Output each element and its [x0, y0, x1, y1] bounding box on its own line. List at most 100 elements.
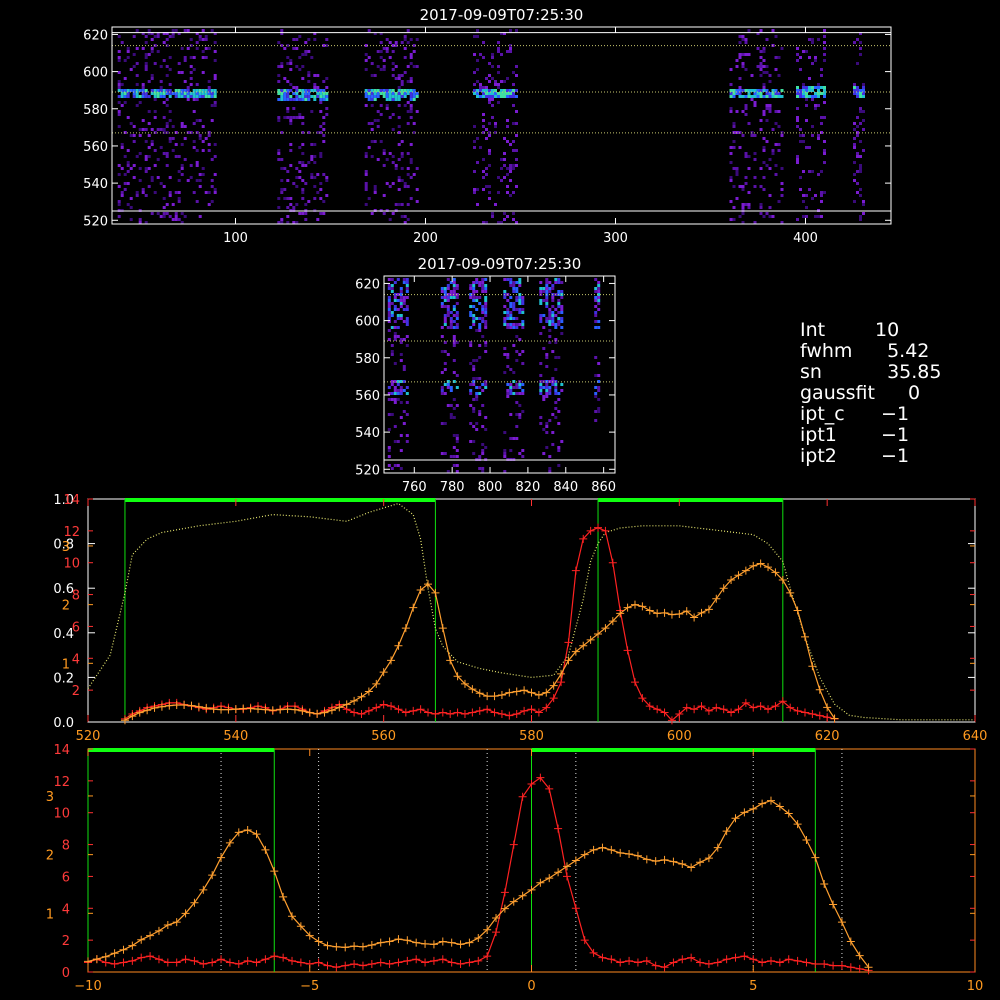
zoom-spectrogram-pixel	[481, 281, 485, 284]
top-spectrogram-pixel	[780, 95, 784, 98]
top-spectrogram-pixel	[126, 149, 130, 152]
top-spectrogram-pixel	[189, 83, 193, 86]
top-spectrogram-pixel	[747, 53, 751, 56]
top-spectrogram-pixel	[159, 182, 163, 185]
zoom-spectrogram-pixel	[518, 386, 522, 389]
top-spectrogram-pixel	[500, 95, 503, 98]
top-spectrogram-pixel	[376, 95, 380, 98]
top-spectrogram-pixel	[195, 83, 199, 86]
zoom-spectrogram-pixel	[548, 314, 552, 317]
top-spectrogram-pixel	[295, 203, 299, 206]
zoom-spectrogram-pixel	[515, 299, 519, 302]
top-spectrogram-pixel	[506, 125, 509, 128]
top-spectrogram-pixel	[289, 62, 293, 65]
top-spectrogram-pixel	[192, 140, 196, 143]
zoom-spectrogram-pixel	[484, 284, 488, 287]
zoom-spectrogram-pixel	[521, 449, 525, 452]
top-spectrogram-pixel	[802, 215, 805, 218]
zoom-spectrogram-pixel	[484, 323, 488, 326]
zoom-spectrogram-pixel	[481, 305, 485, 308]
zoom-spectrogram-pixel	[557, 446, 561, 449]
velocity-chart-ytick-orange-label: 2	[46, 849, 54, 864]
zoom-spectrogram-pixel	[518, 278, 522, 281]
top-spectrogram-pixel	[325, 86, 329, 89]
zoom-spectrogram-pixel	[518, 416, 522, 419]
zoom-spectrogram-pixel	[387, 329, 391, 332]
velocity-chart-ytick-red-label: 4	[62, 902, 70, 917]
top-spectrogram-pixel	[403, 47, 407, 50]
top-spectrogram-pixel	[298, 146, 302, 149]
top-spectrogram-pixel	[316, 95, 320, 98]
top-spectrogram-pixel	[162, 206, 166, 209]
top-spectrogram-pixel	[774, 56, 778, 59]
top-spectrogram-pixel	[289, 116, 293, 119]
fit-parameters: Int 10 fwhm 5.42 sn 35.85 gaussfit 0 ipt_c…	[800, 320, 941, 467]
zoom-spectrogram-pixel	[469, 389, 473, 392]
top-spectrogram-pixel	[814, 56, 817, 59]
top-spectrogram-pixel	[729, 152, 733, 155]
top-spectrogram-pixel	[280, 167, 284, 170]
top-spectrogram-pixel	[123, 173, 127, 176]
zoom-spectrogram-pixel	[452, 314, 456, 317]
top-spectrogram-pixel	[277, 41, 281, 44]
top-spectrogram-pixel	[859, 41, 862, 44]
top-spectrogram-pixel	[304, 203, 308, 206]
top-spectrogram-pixel	[823, 86, 826, 89]
zoom-spectrogram-pixel	[551, 320, 555, 323]
top-spectrogram-pixel	[771, 152, 775, 155]
zoom-spectrogram-pixel	[551, 383, 555, 386]
top-spectrogram-pixel	[174, 143, 178, 146]
top-spectrogram-pixel	[859, 164, 862, 167]
zoom-spectrogram-pixel	[557, 449, 561, 452]
top-spectrogram-pixel	[796, 119, 799, 122]
top-spectrogram-pixel	[280, 188, 284, 191]
zoom-spectrogram-pixel	[554, 386, 558, 389]
top-spectrogram-pixel	[168, 68, 172, 71]
top-spectrogram-pixel	[189, 65, 193, 68]
zoom-spectrogram-pixel	[539, 386, 543, 389]
top-spectrogram-pixel	[198, 35, 202, 38]
top-spectrogram-pixel	[277, 80, 281, 83]
top-spectrogram-pixel	[186, 29, 190, 32]
zoom-spectrogram-pixel	[472, 368, 476, 371]
top-spectrogram-pixel	[729, 218, 733, 221]
zoom-spectrogram-pixel	[449, 326, 453, 329]
top-spectrogram-pixel	[313, 185, 317, 188]
zoom-spectrogram-pixel	[443, 305, 447, 308]
velocity-chart-ytick-red-label: 2	[62, 934, 70, 949]
top-spectrogram-pixel	[768, 107, 772, 110]
top-spectrogram-pixel	[189, 56, 193, 59]
top-spectrogram-pixel	[183, 215, 187, 218]
top-spectrogram-pixel	[403, 95, 407, 98]
top-spectrogram-pixel	[738, 35, 742, 38]
zoom-spectrogram-pixel	[402, 308, 406, 311]
zoom-spectrogram-pixel	[390, 383, 394, 386]
top-spectrogram-pixel	[183, 59, 187, 62]
top-spectrogram-pixel	[744, 104, 748, 107]
zoom-spectrogram-pixel	[521, 455, 525, 458]
top-spectrogram-pixel	[195, 41, 199, 44]
zoom-spectrogram-pixel	[597, 362, 601, 365]
top-spectrogram-pixel	[515, 65, 518, 68]
top-spectrogram-pixel	[189, 38, 193, 41]
top-spectrogram-pixel	[135, 155, 139, 158]
top-spectrogram-pixel	[856, 125, 859, 128]
top-spectrogram-pixel	[159, 95, 163, 98]
top-spectrogram-pixel	[289, 149, 293, 152]
top-spectrogram-pixel	[171, 137, 175, 140]
top-spectrogram-pixel	[756, 95, 760, 98]
zoom-spectrogram-pixel	[509, 449, 513, 452]
top-spectrogram-pixel	[364, 155, 368, 158]
zoom-spectrogram-pixel	[393, 392, 397, 395]
top-spectrogram-pixel	[494, 122, 497, 125]
top-spectrogram-pixel	[482, 113, 485, 116]
top-spectrogram-pixel	[476, 161, 479, 164]
top-spectrogram-pixel	[322, 134, 326, 137]
top-spectrogram-pixel	[168, 215, 172, 218]
top-spectrogram-pixel	[277, 149, 281, 152]
zoom-spectrogram-pixel	[399, 287, 403, 290]
top-spectrogram-pixel	[512, 191, 515, 194]
zoom-spectrogram-pixel	[484, 278, 488, 281]
top-spectrogram-pixel	[403, 71, 407, 74]
zoom-spectrogram-pixel	[396, 389, 400, 392]
